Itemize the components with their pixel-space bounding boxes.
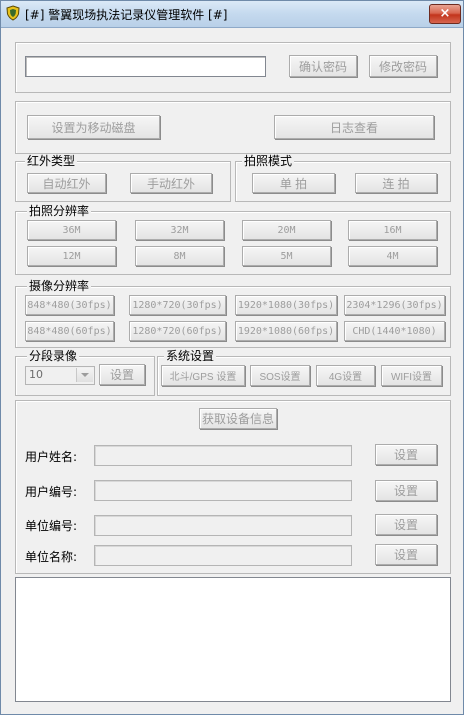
wifi-settings-button[interactable]: WIFI设置: [381, 365, 442, 386]
main-window: [#] 警翼现场执法记录仪管理软件 [#] × 确认密码 修改密码 设置为移动磁…: [0, 0, 464, 715]
unit-name-field[interactable]: [94, 545, 352, 566]
single-shot-button[interactable]: 单 拍: [252, 173, 335, 193]
confirm-password-button[interactable]: 确认密码: [289, 55, 357, 77]
set-mobile-disk-button[interactable]: 设置为移动磁盘: [27, 115, 160, 139]
segment-recording-legend: 分段录像: [27, 349, 80, 363]
video-res-option[interactable]: 848*480(60fps): [25, 321, 114, 341]
close-icon: ×: [439, 6, 451, 21]
infrared-legend: 红外类型: [25, 154, 78, 168]
close-button[interactable]: ×: [429, 4, 461, 24]
unit-id-label: 单位编号:: [25, 519, 78, 533]
get-device-info-button[interactable]: 获取设备信息: [199, 408, 277, 429]
photo-res-option[interactable]: 36M: [27, 220, 116, 240]
photo-res-option[interactable]: 16M: [348, 220, 437, 240]
user-name-label: 用户姓名:: [25, 450, 78, 464]
photo-res-option[interactable]: 20M: [242, 220, 331, 240]
photo-mode-legend: 拍照模式: [242, 154, 295, 168]
unit-name-set-button[interactable]: 设置: [375, 544, 437, 565]
window-title: [#] 警翼现场执法记录仪管理软件 [#]: [25, 8, 228, 22]
photo-resolution-legend: 拍照分辨率: [27, 204, 92, 218]
video-res-option[interactable]: 1920*1080(30fps): [235, 295, 337, 315]
system-settings-legend: 系统设置: [164, 349, 217, 363]
photo-res-option[interactable]: 4M: [348, 246, 437, 266]
log-view-button[interactable]: 日志查看: [274, 115, 434, 139]
video-res-option[interactable]: 1920*1080(60fps): [235, 321, 337, 341]
user-name-field[interactable]: [94, 445, 352, 466]
user-id-label: 用户编号:: [25, 485, 78, 499]
output-log-area[interactable]: [15, 577, 451, 702]
photo-res-option[interactable]: 5M: [242, 246, 331, 266]
auto-infrared-button[interactable]: 自动红外: [27, 173, 106, 193]
photo-res-option[interactable]: 32M: [135, 220, 224, 240]
chevron-down-icon[interactable]: [76, 368, 93, 382]
segment-length-select[interactable]: 10: [25, 366, 95, 385]
user-id-field[interactable]: [94, 480, 352, 501]
video-res-option[interactable]: 1280*720(30fps): [129, 295, 226, 315]
unit-name-label: 单位名称:: [25, 550, 78, 564]
sos-settings-button[interactable]: SOS设置: [250, 365, 310, 386]
manual-infrared-button[interactable]: 手动红外: [130, 173, 212, 193]
photo-res-option[interactable]: 8M: [135, 246, 224, 266]
password-input[interactable]: [25, 56, 266, 77]
4g-settings-button[interactable]: 4G设置: [316, 365, 375, 386]
video-res-option[interactable]: CHD(1440*1080): [344, 321, 445, 341]
shield-icon: [6, 5, 20, 21]
segment-set-button[interactable]: 设置: [99, 364, 145, 385]
unit-id-set-button[interactable]: 设置: [375, 514, 437, 535]
burst-shot-button[interactable]: 连 拍: [355, 173, 437, 193]
gps-settings-button[interactable]: 北斗/GPS 设置: [161, 365, 245, 386]
photo-res-option[interactable]: 12M: [27, 246, 116, 266]
video-res-option[interactable]: 1280*720(60fps): [129, 321, 226, 341]
video-resolution-legend: 摄像分辨率: [27, 279, 92, 293]
video-res-option[interactable]: 2304*1296(30fps): [344, 295, 445, 315]
user-id-set-button[interactable]: 设置: [375, 480, 437, 501]
unit-id-field[interactable]: [94, 515, 352, 536]
segment-length-value: 10: [29, 368, 43, 381]
video-res-option[interactable]: 848*480(30fps): [25, 295, 114, 315]
title-bar: [#] 警翼现场执法记录仪管理软件 [#] ×: [1, 1, 463, 28]
modify-password-button[interactable]: 修改密码: [369, 55, 437, 77]
user-name-set-button[interactable]: 设置: [375, 444, 437, 465]
